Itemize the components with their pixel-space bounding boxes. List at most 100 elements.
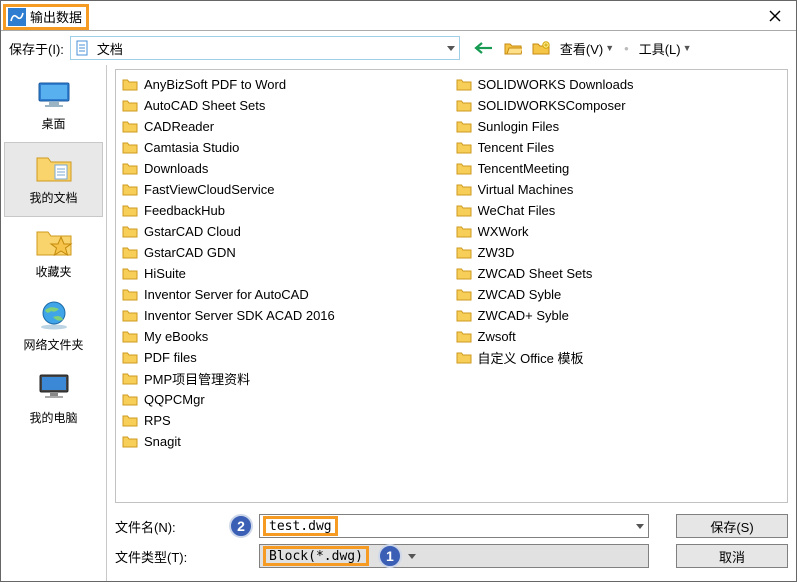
filetype-highlight: Block(*.dwg): [263, 546, 369, 566]
item-label: SOLIDWORKS Downloads: [478, 77, 634, 92]
list-item[interactable]: Inventor Server for AutoCAD: [118, 284, 452, 305]
list-item[interactable]: PMP项目管理资料: [118, 368, 452, 389]
list-item[interactable]: Sunlogin Files: [452, 116, 786, 137]
list-item[interactable]: Inventor Server SDK ACAD 2016: [118, 305, 452, 326]
list-item[interactable]: ZW3D: [452, 242, 786, 263]
folder-icon: [122, 183, 138, 196]
folder-icon: [456, 225, 472, 238]
list-item[interactable]: FastViewCloudService: [118, 179, 452, 200]
toolbar-icons: 查看(V) ▼ • 工具(L) ▼: [474, 39, 692, 58]
item-label: FeedbackHub: [144, 203, 225, 218]
file-column-1: AnyBizSoft PDF to Word AutoCAD Sheet Sets…: [118, 74, 452, 452]
list-item[interactable]: TencentMeeting: [452, 158, 786, 179]
filename-input[interactable]: test.dwg: [259, 514, 649, 538]
item-label: Tencent Files: [478, 140, 555, 155]
chevron-down-icon: ▼: [683, 43, 692, 53]
desktop-icon: [33, 77, 75, 111]
list-item[interactable]: WXWork: [452, 221, 786, 242]
location-dropdown[interactable]: 文档: [70, 36, 460, 60]
list-item[interactable]: WeChat Files: [452, 200, 786, 221]
place-docs[interactable]: 我的文档: [4, 142, 103, 217]
folder-icon: [122, 162, 138, 175]
place-label: 桌面: [41, 115, 65, 132]
folder-icon: [122, 78, 138, 91]
net-icon: [33, 298, 75, 332]
list-item[interactable]: AutoCAD Sheet Sets: [118, 95, 452, 116]
dialog-body: 桌面我的文档收藏夹网络文件夹我的电脑 AnyBizSoft PDF to Wor…: [1, 65, 796, 581]
file-column-2: SOLIDWORKS Downloads SOLIDWORKSComposerSu…: [452, 74, 786, 452]
window-title: 输出数据: [30, 7, 82, 26]
folder-icon: [122, 246, 138, 259]
item-label: WXWork: [478, 224, 529, 239]
item-label: 自定义 Office 模板: [478, 348, 584, 367]
list-item[interactable]: 自定义 Office 模板: [452, 347, 786, 368]
app-icon: [8, 8, 26, 26]
place-fav[interactable]: 收藏夹: [1, 217, 106, 290]
folder-icon: [122, 267, 138, 280]
list-item[interactable]: SOLIDWORKS Downloads: [452, 74, 786, 95]
item-label: ZWCAD Sheet Sets: [478, 266, 593, 281]
list-item[interactable]: Downloads: [118, 158, 452, 179]
filetype-value: Block(*.dwg): [269, 549, 363, 564]
item-label: HiSuite: [144, 266, 186, 281]
chevron-down-icon: ▼: [605, 43, 614, 53]
folder-icon: [122, 435, 138, 448]
folder-icon: [122, 225, 138, 238]
filetype-dropdown[interactable]: Block(*.dwg) 1: [259, 544, 649, 568]
list-item[interactable]: My eBooks: [118, 326, 452, 347]
list-item[interactable]: Camtasia Studio: [118, 137, 452, 158]
save-button[interactable]: 保存(S): [676, 514, 788, 538]
list-item[interactable]: GstarCAD Cloud: [118, 221, 452, 242]
place-desktop[interactable]: 桌面: [1, 69, 106, 142]
item-label: FastViewCloudService: [144, 182, 275, 197]
list-item[interactable]: QQPCMgr: [118, 389, 452, 410]
list-item[interactable]: RPS: [118, 410, 452, 431]
folder-icon: [456, 99, 472, 112]
tools-menu[interactable]: 工具(L) ▼: [639, 39, 692, 58]
back-icon[interactable]: [474, 41, 494, 55]
folder-icon: [122, 120, 138, 133]
list-item[interactable]: AnyBizSoft PDF to Word: [118, 74, 452, 95]
places-bar: 桌面我的文档收藏夹网络文件夹我的电脑: [1, 65, 107, 581]
chevron-down-icon: [447, 46, 455, 51]
item-label: PDF files: [144, 350, 197, 365]
list-item[interactable]: Virtual Machines: [452, 179, 786, 200]
list-item[interactable]: CADReader: [118, 116, 452, 137]
close-button[interactable]: [754, 1, 796, 31]
list-item[interactable]: Tencent Files: [452, 137, 786, 158]
location-toolbar: 保存于(I): 文档: [1, 31, 796, 65]
folder-icon: [456, 120, 472, 133]
list-item[interactable]: Zwsoft: [452, 326, 786, 347]
list-item[interactable]: Snagit: [118, 431, 452, 452]
list-item[interactable]: ZWCAD Sheet Sets: [452, 263, 786, 284]
list-item[interactable]: GstarCAD GDN: [118, 242, 452, 263]
item-label: AnyBizSoft PDF to Word: [144, 77, 286, 92]
list-item[interactable]: HiSuite: [118, 263, 452, 284]
title-highlight: 输出数据: [3, 4, 89, 30]
item-label: Camtasia Studio: [144, 140, 239, 155]
list-item[interactable]: FeedbackHub: [118, 200, 452, 221]
list-item[interactable]: SOLIDWORKSComposer: [452, 95, 786, 116]
annotation-badge-1: 1: [378, 544, 402, 568]
annotation-badge-2: 2: [229, 514, 253, 538]
cancel-button[interactable]: 取消: [676, 544, 788, 568]
item-label: Virtual Machines: [478, 182, 574, 197]
folder-icon: [122, 351, 138, 364]
folder-icon: [456, 246, 472, 259]
place-net[interactable]: 网络文件夹: [1, 290, 106, 363]
item-label: Inventor Server for AutoCAD: [144, 287, 309, 302]
folder-icon: [456, 330, 472, 343]
chevron-down-icon: [408, 554, 416, 559]
place-pc[interactable]: 我的电脑: [1, 363, 106, 436]
new-folder-icon[interactable]: [532, 41, 550, 55]
item-label: GstarCAD GDN: [144, 245, 236, 260]
list-item[interactable]: ZWCAD+ Syble: [452, 305, 786, 326]
file-list-area[interactable]: AnyBizSoft PDF to Word AutoCAD Sheet Sets…: [115, 69, 788, 503]
folder-icon: [122, 414, 138, 427]
open-folder-icon[interactable]: [504, 41, 522, 55]
fav-icon: [33, 225, 75, 259]
view-menu[interactable]: 查看(V) ▼: [560, 39, 614, 58]
save-in-label: 保存于(I):: [9, 39, 64, 58]
list-item[interactable]: PDF files: [118, 347, 452, 368]
list-item[interactable]: ZWCAD Syble: [452, 284, 786, 305]
